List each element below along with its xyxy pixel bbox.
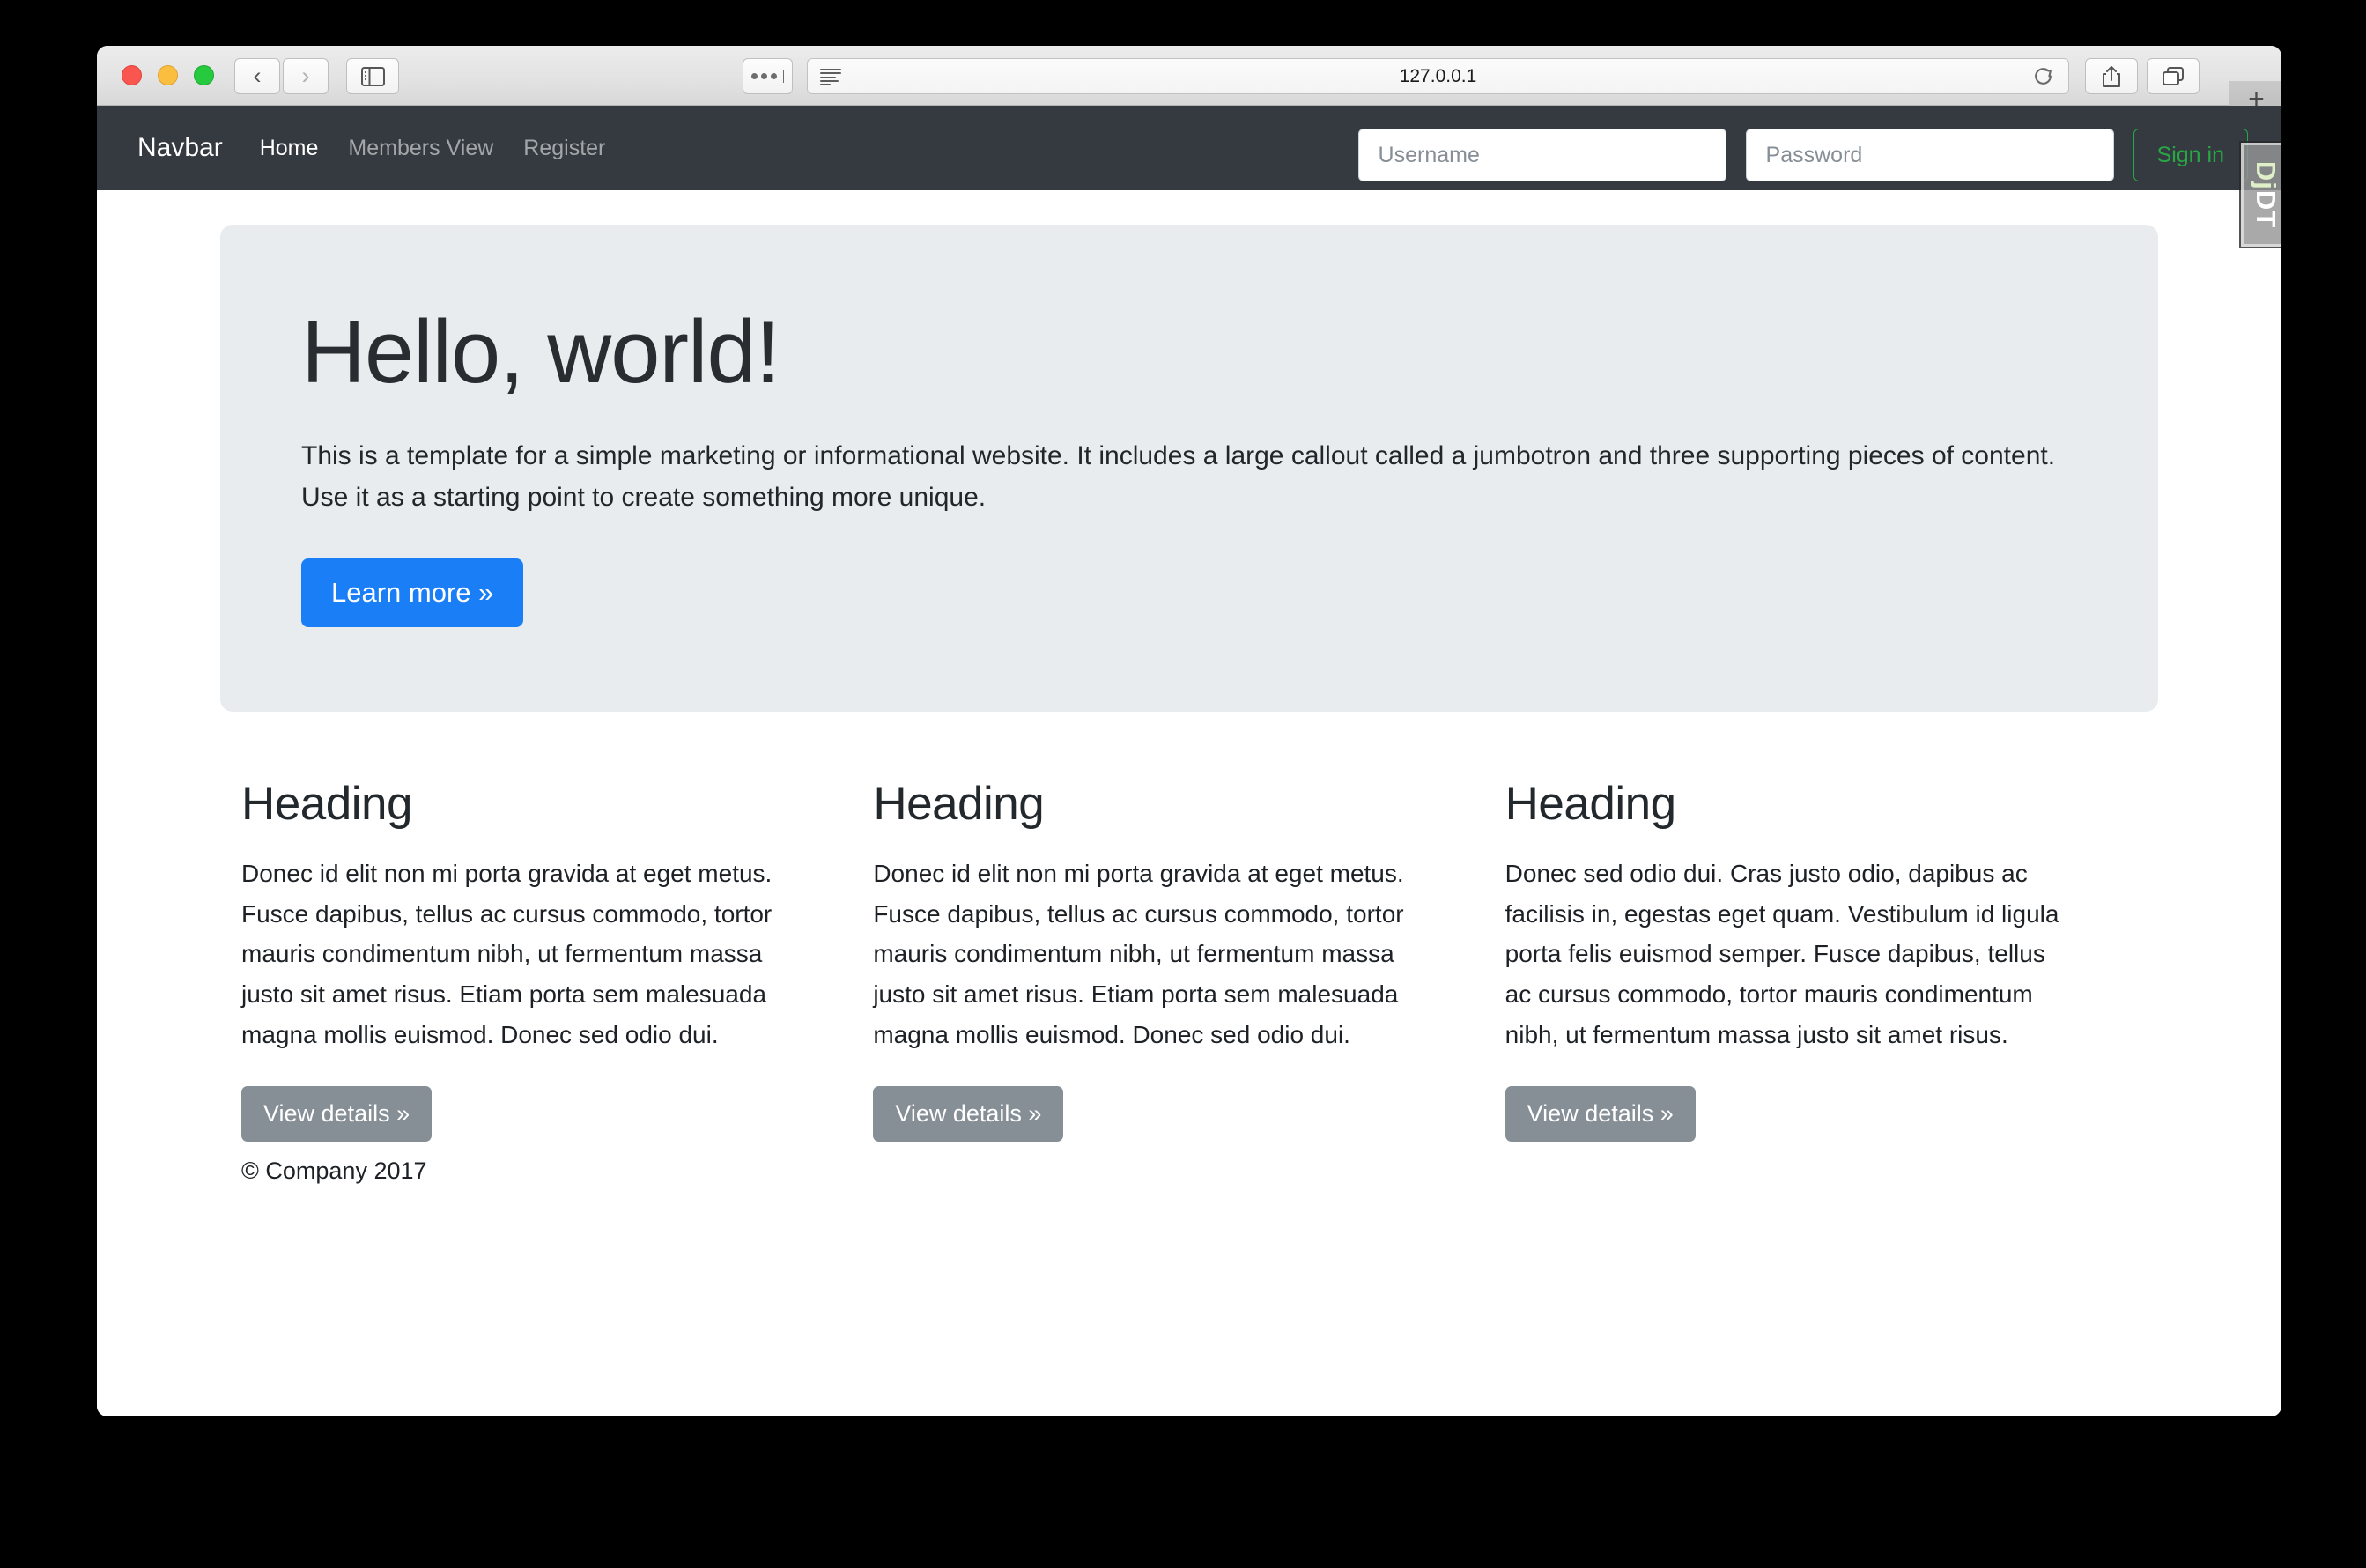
show-all-tabs-button[interactable] (2147, 58, 2200, 94)
nav-link-register[interactable]: Register (523, 136, 605, 161)
show-all-tabs-icon (2162, 66, 2185, 87)
back-button[interactable]: ‹ (234, 58, 280, 94)
column-text: Donec id elit non mi porta gravida at eg… (873, 854, 1427, 1054)
column-heading: Heading (1505, 777, 2059, 831)
page-title: Hello, world! (301, 306, 2077, 399)
share-button[interactable] (2085, 58, 2138, 94)
browser-window: ‹ › 127.0.0.1 (97, 46, 2281, 1416)
password-input[interactable] (1746, 129, 2114, 181)
navbar-brand[interactable]: Navbar (137, 133, 223, 163)
tab-group-button[interactable] (743, 58, 793, 94)
djdt-label: DjDT (2250, 161, 2281, 228)
view-details-button[interactable]: View details » (241, 1086, 432, 1142)
forward-button[interactable]: › (283, 58, 329, 94)
window-controls (122, 65, 214, 85)
sign-in-button[interactable]: Sign in (2133, 129, 2248, 181)
view-details-button[interactable]: View details » (873, 1086, 1063, 1142)
site-navbar: Navbar Home Members View Register Sign i… (97, 106, 2281, 190)
jumbotron-lead: This is a template for a simple marketin… (301, 436, 2077, 518)
signin-form: Sign in (1358, 129, 2248, 181)
column-heading: Heading (873, 777, 1427, 831)
address-bar[interactable]: 127.0.0.1 (807, 58, 2069, 94)
username-input[interactable] (1358, 129, 1726, 181)
sidebar-icon (361, 67, 385, 86)
share-icon (2101, 65, 2122, 88)
page-footer: © Company 2017 (220, 1142, 2158, 1185)
chevron-left-icon: ‹ (254, 64, 262, 88)
maximize-window-button[interactable] (194, 65, 214, 85)
column-text: Donec id elit non mi porta gravida at eg… (241, 854, 795, 1054)
browser-toolbar: ‹ › 127.0.0.1 (97, 46, 2281, 106)
column-text: Donec sed odio dui. Cras justo odio, dap… (1505, 854, 2059, 1054)
tab-group-icon (751, 70, 784, 83)
nav-link-members-view[interactable]: Members View (348, 136, 493, 161)
django-debug-toolbar-tab[interactable]: DjDT (2241, 143, 2281, 247)
learn-more-button[interactable]: Learn more » (301, 558, 523, 627)
reader-view-icon[interactable] (820, 69, 841, 85)
navbar-links: Home Members View Register (260, 136, 606, 161)
chevron-right-icon: › (302, 64, 310, 88)
sidebar-toggle-button[interactable] (346, 58, 399, 94)
minimize-window-button[interactable] (158, 65, 178, 85)
page-container: Hello, world! This is a template for a s… (220, 190, 2158, 1185)
reload-icon[interactable] (2032, 66, 2054, 88)
feature-column: Heading Donec id elit non mi porta gravi… (241, 777, 873, 1142)
view-details-button[interactable]: View details » (1505, 1086, 1696, 1142)
column-heading: Heading (241, 777, 795, 831)
feature-column: Heading Donec sed odio dui. Cras justo o… (1505, 777, 2137, 1142)
feature-column: Heading Donec id elit non mi porta gravi… (873, 777, 1505, 1142)
nav-link-home[interactable]: Home (260, 136, 319, 161)
jumbotron: Hello, world! This is a template for a s… (220, 225, 2158, 712)
close-window-button[interactable] (122, 65, 142, 85)
url-text: 127.0.0.1 (808, 66, 2068, 87)
feature-columns: Heading Donec id elit non mi porta gravi… (220, 777, 2158, 1142)
copyright-text: © Company 2017 (241, 1158, 427, 1184)
page-viewport: Navbar Home Members View Register Sign i… (97, 106, 2281, 1416)
